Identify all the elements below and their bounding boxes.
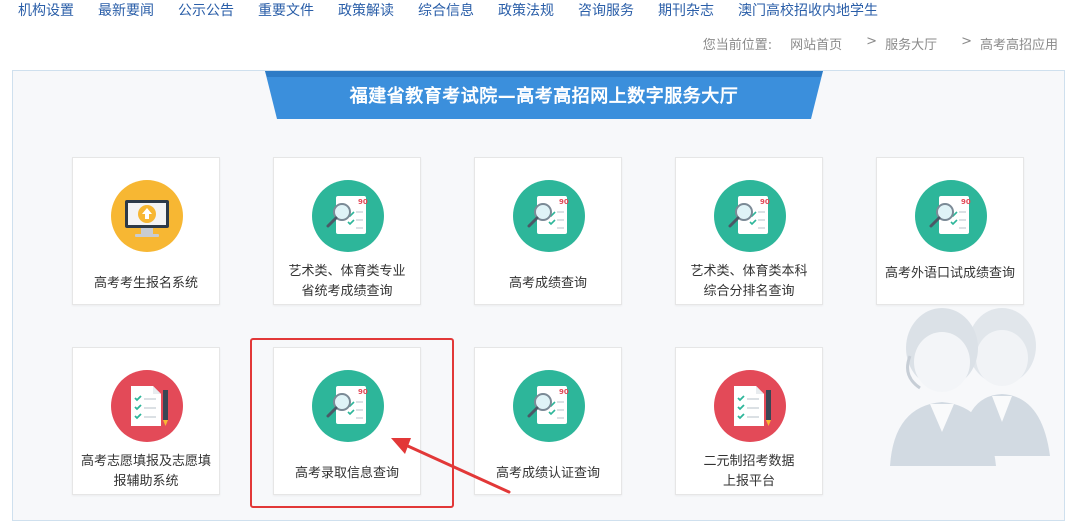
nav-item-general-info[interactable]: 综合信息	[418, 2, 474, 20]
card-label-line: 高考志愿填报及志愿填	[80, 454, 211, 469]
card-label-line: 省统考成绩查询	[301, 284, 393, 299]
checklist-pencil-icon	[714, 370, 786, 442]
nav-item-announcements[interactable]: 公示公告	[178, 2, 234, 20]
score-sheet-icon: 90	[513, 370, 585, 442]
card-label: 高考成绩认证查询	[479, 464, 617, 484]
breadcrumb-home[interactable]: 网站首页	[790, 34, 842, 54]
nav-item-macau[interactable]: 澳门高校招收内地学生	[738, 2, 878, 20]
card-label-line: 高考外语口试成绩查询	[884, 266, 1015, 281]
breadcrumb-current[interactable]: 高考高招应用	[980, 34, 1058, 54]
score-sheet-icon: 90	[513, 180, 585, 252]
score-sheet-icon: 90	[312, 370, 384, 442]
top-nav: 机构设置 最新要闻 公示公告 重要文件 政策解读 综合信息 政策法规 咨询服务 …	[0, 0, 1080, 22]
nav-item-policy-interpretation[interactable]: 政策解读	[338, 2, 394, 20]
card-label: 高考成绩查询	[479, 274, 617, 294]
breadcrumb-service-hall[interactable]: 服务大厅	[885, 34, 937, 54]
monitor-upload-icon	[111, 180, 183, 252]
card-admission-info-query[interactable]: 90 高考录取信息查询	[273, 347, 421, 495]
nav-item-consulting[interactable]: 咨询服务	[578, 2, 634, 20]
score-mark-text: 90	[760, 198, 770, 206]
card-label-line: 艺术类、体育类本科	[690, 264, 808, 279]
card-gaokao-score-query[interactable]: 90 高考成绩查询	[474, 157, 622, 305]
score-sheet-icon: 90	[714, 180, 786, 252]
score-mark-text: 90	[961, 198, 971, 206]
card-label-line: 高考录取信息查询	[294, 466, 399, 481]
card-art-sports-score-query[interactable]: 90 艺术类、体育类专业 省统考成绩查询	[273, 157, 421, 305]
card-label-line: 艺术类、体育类专业	[288, 264, 406, 279]
score-sheet-icon: 90	[915, 180, 987, 252]
nav-item-documents[interactable]: 重要文件	[258, 2, 314, 20]
score-mark-text: 90	[358, 198, 368, 206]
card-label: 艺术类、体育类本科 综合分排名查询	[680, 262, 818, 302]
card-label-line: 综合分排名查询	[703, 284, 795, 299]
card-label-line: 二元制招考数据	[703, 454, 795, 469]
breadcrumb-label: 您当前位置:	[702, 38, 773, 53]
card-label: 高考录取信息查询	[278, 464, 416, 484]
card-label-line: 上报平台	[722, 474, 775, 489]
card-score-certification-query[interactable]: 90 高考成绩认证查询	[474, 347, 622, 495]
card-label-line: 报辅助系统	[113, 474, 179, 489]
card-label-line: 高考考生报名系统	[93, 276, 198, 291]
breadcrumb: 您当前位置: 网站首页 > 服务大厅 > 高考高招应用	[703, 34, 1058, 54]
breadcrumb-separator: >	[961, 34, 972, 49]
card-label-line: 高考成绩查询	[508, 276, 587, 291]
nav-item-news[interactable]: 最新要闻	[98, 2, 154, 20]
checklist-pencil-icon	[111, 370, 183, 442]
card-label: 艺术类、体育类专业 省统考成绩查询	[278, 262, 416, 302]
customer-service-illustration	[880, 296, 1060, 470]
card-label: 二元制招考数据 上报平台	[680, 452, 818, 492]
score-mark-text: 90	[358, 388, 368, 396]
score-mark-text: 90	[559, 198, 569, 206]
nav-item-regulations[interactable]: 政策法规	[498, 2, 554, 20]
nav-item-org[interactable]: 机构设置	[18, 2, 74, 20]
nav-item-journals[interactable]: 期刊杂志	[658, 2, 714, 20]
card-oral-exam-score-query[interactable]: 90 高考外语口试成绩查询	[876, 157, 1024, 305]
card-art-sports-ranking-query[interactable]: 90 艺术类、体育类本科 综合分排名查询	[675, 157, 823, 305]
card-label-line: 高考成绩认证查询	[495, 466, 600, 481]
card-label: 高考考生报名系统	[77, 274, 215, 294]
card-dual-system-data-platform[interactable]: 二元制招考数据 上报平台	[675, 347, 823, 495]
card-label: 高考志愿填报及志愿填 报辅助系统	[77, 452, 215, 492]
card-label: 高考外语口试成绩查询	[881, 264, 1019, 284]
banner: 福建省教育考试院—高考高招网上数字服务大厅	[265, 71, 823, 119]
card-application-filling-system[interactable]: 高考志愿填报及志愿填 报辅助系统	[72, 347, 220, 495]
banner-title: 福建省教育考试院—高考高招网上数字服务大厅	[349, 86, 739, 107]
breadcrumb-separator: >	[866, 34, 878, 49]
card-registration-system[interactable]: 高考考生报名系统	[72, 157, 220, 305]
score-sheet-icon: 90	[312, 180, 384, 252]
score-mark-text: 90	[559, 388, 569, 396]
